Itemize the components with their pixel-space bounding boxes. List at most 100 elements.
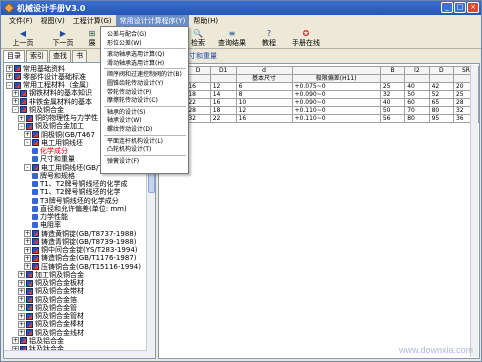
expand-icon[interactable]: + xyxy=(18,271,25,279)
expand-icon[interactable]: + xyxy=(18,287,25,295)
menu-item[interactable]: 滑动轴承选用计算(H) xyxy=(107,59,164,68)
collapse-icon[interactable]: - xyxy=(12,106,19,114)
menu-item[interactable]: 凸轮机构设计(T) xyxy=(107,145,151,154)
expand-icon[interactable]: + xyxy=(6,65,13,72)
expand-label: 展 xyxy=(88,39,96,47)
collapse-icon[interactable]: - xyxy=(18,122,25,130)
table-cell: 18 xyxy=(185,90,211,99)
menu-item[interactable]: 形位公差(W) xyxy=(107,39,142,48)
tree-item[interactable]: T1、T2牌号铜线坯的化学 xyxy=(32,188,120,197)
table-cell: l2 xyxy=(404,66,430,75)
page-icon xyxy=(32,172,38,179)
expand-icon[interactable]: + xyxy=(18,320,25,328)
menu-file[interactable]: 文件(F) xyxy=(5,15,37,27)
tree-item[interactable]: + 钢铁材料的基本知识 xyxy=(12,89,92,98)
expand-icon[interactable]: + xyxy=(12,337,19,345)
collapse-icon[interactable]: - xyxy=(24,164,31,171)
book-icon xyxy=(20,89,27,97)
tree-item[interactable]: + 铸造铜合金(GB/T1176-1987) xyxy=(24,254,136,263)
tree-item[interactable]: + 阴极铜(GB/T467 xyxy=(24,130,95,139)
expand-icon[interactable]: + xyxy=(24,238,31,246)
minimize-button[interactable]: _ xyxy=(441,2,453,13)
content-scrollbar[interactable] xyxy=(470,65,478,357)
book-icon xyxy=(26,296,33,303)
expand-icon[interactable]: + xyxy=(18,279,25,287)
tree-item[interactable]: 电阻率 xyxy=(32,221,61,230)
table-cell: 12 xyxy=(209,82,237,91)
tree-item[interactable]: - 常用工程材料（金属） xyxy=(6,81,93,90)
tutorial-button[interactable]: ? 教程 xyxy=(257,29,281,49)
section-title: 尺寸和重量 xyxy=(182,52,217,60)
collapse-icon[interactable]: - xyxy=(6,81,13,89)
tree-item[interactable]: + 铜及铜合金线材 xyxy=(18,328,84,337)
expand-icon[interactable]: + xyxy=(18,296,25,303)
table-cell: 18 xyxy=(209,106,237,115)
expand-icon[interactable]: + xyxy=(24,246,31,254)
collapse-icon[interactable]: - xyxy=(24,139,31,147)
prev-page-button[interactable]: ◀ 上一页 xyxy=(7,29,39,49)
tree-item[interactable]: + 铝及铝合金 xyxy=(12,336,64,345)
tree-item[interactable]: - 铜及铜合金加工 xyxy=(18,122,84,131)
tree-item[interactable]: + 加工铜及铜合金 xyxy=(18,270,84,279)
table-cell: 32 xyxy=(185,114,211,123)
tree-item[interactable]: - 电工用铜线坯 xyxy=(24,138,83,147)
table-cell: 40 xyxy=(404,82,430,91)
next-page-button[interactable]: ▶ 下一页 xyxy=(47,29,79,49)
expand-icon[interactable]: + xyxy=(24,131,31,138)
expand-icon[interactable]: + xyxy=(18,312,25,320)
tab-find[interactable]: 查找 xyxy=(49,50,71,62)
menu-help[interactable]: 帮助(H) xyxy=(189,15,222,27)
tree-item[interactable]: + 非铁金属材料的基本 xyxy=(12,97,92,106)
tree-item[interactable]: T3牌号铜线坯的化学成分 xyxy=(32,196,119,205)
menu-view[interactable]: 视图(V) xyxy=(37,15,69,27)
tree-item[interactable]: + 铜及铜合金带材 xyxy=(18,287,84,296)
tree-item[interactable]: 直径和允许偏差(单位: mm) xyxy=(32,204,127,213)
expand-icon[interactable]: + xyxy=(6,73,13,81)
tree-hscrollbar[interactable] xyxy=(4,350,147,358)
expand-button[interactable]: ⊞ 展 xyxy=(85,29,99,49)
content-pane: DD1dBl2DSR基本尺寸极限偏差(H11)3216126+0.075~025… xyxy=(158,63,480,359)
table-cell: D1 xyxy=(209,66,237,75)
book-icon xyxy=(26,287,33,295)
tree-item[interactable]: + 零部件设计基础标准 xyxy=(6,72,86,81)
menu-item[interactable]: 摩擦轮传动设计(C) xyxy=(107,96,158,105)
tree-item[interactable]: + 铸造黄铜锭(GB/T8737-1988) xyxy=(24,229,136,238)
query-results-button[interactable]: ≡ 查询结果 xyxy=(215,29,249,49)
tree-item[interactable]: + 铜中间合金锭(YS/T283-1994) xyxy=(24,246,138,255)
tree-item[interactable]: T1、T2牌号铜线坯的化学成 xyxy=(32,180,127,189)
close-button[interactable]: × xyxy=(467,2,479,13)
tree-item[interactable]: 化学成分 xyxy=(32,147,68,156)
menu-separator xyxy=(104,68,186,70)
tab-contents[interactable]: 目录 xyxy=(3,50,25,62)
expand-icon[interactable]: + xyxy=(24,263,31,270)
expand-icon[interactable]: + xyxy=(24,254,31,262)
tree-item[interactable]: - 铜及铜合金 xyxy=(12,105,64,114)
expand-icon[interactable]: + xyxy=(18,304,25,312)
expand-icon[interactable]: + xyxy=(18,114,25,122)
tree-item[interactable]: 尺寸和重量 xyxy=(32,155,75,164)
expand-icon[interactable]: + xyxy=(12,89,19,97)
tree-item[interactable]: + 常用基础资料 xyxy=(6,64,65,73)
maximize-button[interactable]: □ xyxy=(454,2,466,13)
tree-item[interactable]: + 压铸铜合金(GB/T15116-1994) xyxy=(24,262,141,271)
tab-bookmark[interactable]: 书 xyxy=(72,50,87,62)
menu-item[interactable]: 螺纹传动设计(D) xyxy=(107,125,152,134)
tree-item[interactable]: + 铜及铜合金管材 xyxy=(18,312,84,321)
search-button[interactable]: 🔍 检索 xyxy=(187,29,209,49)
table-cell: 70 xyxy=(404,106,430,115)
manual-online-button[interactable]: ✪ 手册在线 xyxy=(289,29,323,49)
tree-item[interactable]: + 铜及铜合金箔 xyxy=(18,295,77,304)
tab-index[interactable]: 索引 xyxy=(26,50,48,62)
expand-icon[interactable]: + xyxy=(24,230,31,237)
expand-icon[interactable]: + xyxy=(18,329,25,336)
tree-item[interactable]: 力学性能 xyxy=(32,213,68,222)
tree-item[interactable]: + 铜的物理性与力学性 xyxy=(18,114,98,123)
tree-item[interactable]: + 铜及铜合金管 xyxy=(18,303,77,312)
tree-item[interactable]: 牌号和规格 xyxy=(32,171,75,180)
tree-item[interactable]: + 铜及铜合金板材 xyxy=(18,279,84,288)
tree-item[interactable]: + 铸造青铜锭(GB/T8739-1988) xyxy=(24,237,136,246)
results-icon: ≡ xyxy=(228,29,236,38)
tree-item[interactable]: + 铜及铜合金棒材 xyxy=(18,320,84,329)
expand-icon[interactable]: + xyxy=(12,98,19,105)
menu-item[interactable]: 弹簧设计(F) xyxy=(107,157,139,166)
